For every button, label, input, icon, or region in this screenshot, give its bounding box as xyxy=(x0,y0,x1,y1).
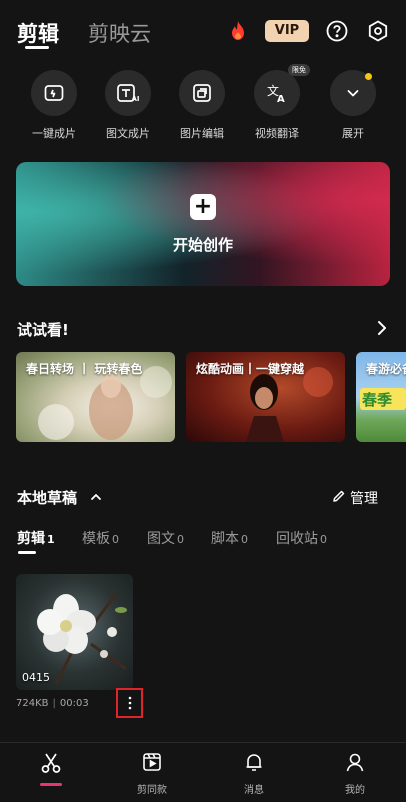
translate-icon: 文 A 限免 xyxy=(254,64,310,116)
try-card-label: 春日转场 丨 玩转春色 xyxy=(26,362,143,376)
nav-label: 剪同款 xyxy=(137,785,167,796)
more-vertical-icon xyxy=(128,696,131,710)
tab-count: 1 xyxy=(47,533,55,546)
drafts-tab-edit[interactable]: 剪辑 1 xyxy=(17,528,55,548)
draft-more-button[interactable] xyxy=(116,688,143,718)
tab-label: 脚本 xyxy=(211,531,239,547)
start-create-button[interactable]: + 开始创作 xyxy=(16,162,390,286)
tab-label: 图文 xyxy=(147,531,175,547)
drafts-tab-indicator xyxy=(18,551,36,554)
manage-button[interactable]: 管理 xyxy=(332,488,378,508)
manage-label: 管理 xyxy=(350,491,378,507)
nav-label: 消息 xyxy=(244,785,264,796)
try-card-spring-transition[interactable]: 春日转场 丨 玩转春色 xyxy=(16,352,175,442)
quick-action-video-translate[interactable]: 文 A 限免 视频翻译 xyxy=(247,64,310,141)
try-card-label: 炫酷动画丨一键穿越 xyxy=(196,362,305,376)
try-card-cool-animation[interactable]: 炫酷动画丨一键穿越 xyxy=(186,352,345,442)
settings-icon[interactable] xyxy=(366,19,390,43)
image-edit-icon xyxy=(179,70,225,116)
nav-label: 我的 xyxy=(345,785,365,796)
try-card-label: 春游必备 xyxy=(366,362,406,376)
draft-size: 724KB xyxy=(16,698,49,709)
try-section-title: 试试看! xyxy=(17,321,69,339)
start-create-label: 开始创作 xyxy=(172,236,233,254)
tab-count: 0 xyxy=(320,533,327,546)
pencil-icon xyxy=(332,489,346,507)
draft-thumbnail[interactable]: 0415 xyxy=(16,574,133,690)
flame-icon[interactable] xyxy=(226,19,250,43)
try-card-spring-outing[interactable]: 春季 春游必备 xyxy=(356,352,406,442)
tab-edit-indicator xyxy=(25,46,49,49)
quick-action-label: 图片编辑 xyxy=(180,127,224,140)
chevron-down-icon xyxy=(330,70,376,116)
nav-templates[interactable]: 剪同款 xyxy=(122,751,182,796)
tab-label: 模板 xyxy=(82,531,110,547)
quick-action-label: 一键成片 xyxy=(32,127,76,140)
video-magic-icon xyxy=(31,70,77,116)
svg-text:A: A xyxy=(277,94,285,104)
draft-meta: 724KB | 00:03 xyxy=(16,698,89,709)
bottom-nav: 剪同款 消息 我的 xyxy=(0,742,406,802)
tab-label: 剪辑 xyxy=(17,531,45,547)
drafts-tab-script[interactable]: 脚本 0 xyxy=(211,528,248,548)
svg-text:AI: AI xyxy=(132,95,140,103)
plus-icon: + xyxy=(190,194,216,220)
drafts-tab-recycle-bin[interactable]: 回收站 0 xyxy=(276,528,327,548)
nav-edit[interactable] xyxy=(21,751,81,779)
nav-messages[interactable]: 消息 xyxy=(224,751,284,796)
drafts-tab-template[interactable]: 模板 0 xyxy=(82,528,119,548)
quick-action-image-edit[interactable]: 图片编辑 xyxy=(172,70,232,141)
tab-count: 0 xyxy=(112,533,119,546)
svg-text:春季: 春季 xyxy=(362,391,392,409)
tab-count: 0 xyxy=(241,533,248,546)
chevron-right-icon[interactable] xyxy=(374,319,390,341)
tab-edit[interactable]: 剪辑 xyxy=(17,18,59,48)
drafts-title: 本地草稿 xyxy=(17,489,78,507)
quick-action-label: 展开 xyxy=(342,127,364,140)
chevron-up-icon[interactable] xyxy=(89,489,103,508)
draft-duration: 00:03 xyxy=(59,698,89,709)
quick-action-label: 图文成片 xyxy=(106,127,150,140)
quick-action-label: 视频翻译 xyxy=(255,127,299,140)
draft-name: 0415 xyxy=(22,671,50,684)
quick-action-expand[interactable]: 展开 xyxy=(323,70,383,141)
vip-badge[interactable]: VIP xyxy=(265,20,309,42)
free-badge: 限免 xyxy=(288,64,310,76)
scissors-icon xyxy=(39,753,63,779)
help-icon[interactable] xyxy=(325,19,349,43)
tab-cloud[interactable]: 剪映云 xyxy=(88,18,151,48)
tab-label: 回收站 xyxy=(276,531,318,547)
profile-icon xyxy=(344,753,366,777)
template-icon xyxy=(141,753,163,777)
text-ai-icon: AI xyxy=(105,70,151,116)
drafts-tab-text-image[interactable]: 图文 0 xyxy=(147,528,184,548)
tab-count: 0 xyxy=(177,533,184,546)
quick-action-one-click[interactable]: 一键成片 xyxy=(24,70,84,141)
quick-action-text-video[interactable]: AI 图文成片 xyxy=(98,70,158,141)
notification-dot xyxy=(365,73,372,80)
bell-icon xyxy=(243,754,265,777)
nav-active-indicator xyxy=(40,783,62,786)
nav-profile[interactable]: 我的 xyxy=(325,751,385,796)
